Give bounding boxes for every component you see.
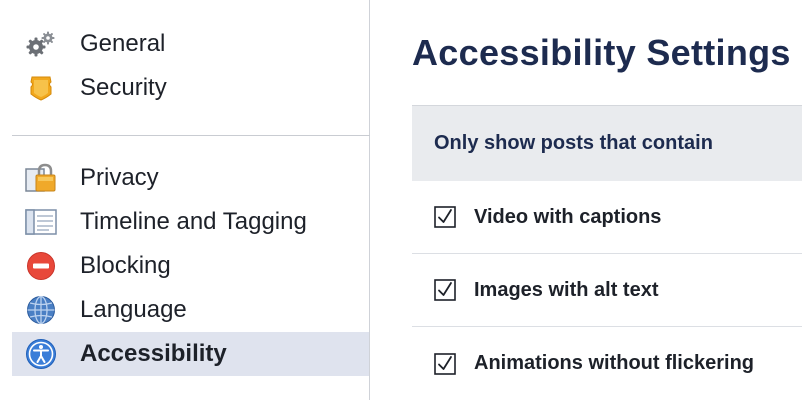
sidebar-item-label: General: [80, 30, 166, 57]
timeline-icon: [24, 207, 58, 237]
sidebar-item-general[interactable]: General: [12, 22, 369, 66]
blocking-icon: [24, 251, 58, 281]
sidebar-bottom-group: Privacy Timeline and Tagging Blocking La…: [12, 156, 369, 376]
checkbox-checked-icon[interactable]: [434, 352, 456, 375]
sidebar-top-group: General Security: [12, 22, 369, 110]
settings-sidebar: General Security Privacy Timeline and Ta…: [0, 0, 370, 400]
settings-page: General Security Privacy Timeline and Ta…: [0, 0, 802, 400]
sidebar-item-language[interactable]: Language: [12, 288, 369, 332]
checkbox-checked-icon[interactable]: [434, 279, 456, 301]
option-label: Video with captions: [474, 205, 662, 228]
filter-section: Only show posts that contain Video with …: [412, 105, 802, 400]
sidebar-item-accessibility[interactable]: Accessibility: [12, 332, 369, 376]
section-header: Only show posts that contain: [412, 106, 802, 181]
accessibility-icon: [24, 339, 58, 369]
option-animations-without-flickering[interactable]: Animations without flickering: [412, 327, 802, 400]
sidebar-item-timeline-and-tagging[interactable]: Timeline and Tagging: [12, 200, 369, 244]
sidebar-item-privacy[interactable]: Privacy: [12, 156, 369, 200]
checkbox-checked-icon[interactable]: [434, 206, 456, 228]
globe-icon: [24, 295, 58, 325]
sidebar-item-label: Security: [80, 74, 167, 101]
option-images-with-alt-text[interactable]: Images with alt text: [412, 254, 802, 327]
gears-icon: [24, 29, 58, 59]
badge-icon: [24, 73, 58, 103]
sidebar-item-label: Accessibility: [80, 340, 227, 367]
page-title: Accessibility Settings: [412, 32, 791, 73]
sidebar-item-label: Blocking: [80, 252, 171, 279]
lock-icon: [24, 163, 58, 193]
sidebar-item-security[interactable]: Security: [12, 66, 369, 110]
sidebar-item-label: Privacy: [80, 164, 159, 191]
option-label: Images with alt text: [474, 278, 659, 301]
sidebar-divider: [12, 135, 370, 136]
sidebar-item-blocking[interactable]: Blocking: [12, 244, 369, 288]
option-video-with-captions[interactable]: Video with captions: [412, 181, 802, 254]
sidebar-item-label: Language: [80, 296, 187, 323]
sidebar-item-label: Timeline and Tagging: [80, 208, 307, 235]
main-content: Accessibility Settings Only show posts t…: [412, 0, 802, 400]
option-label: Animations without flickering: [474, 352, 755, 374]
